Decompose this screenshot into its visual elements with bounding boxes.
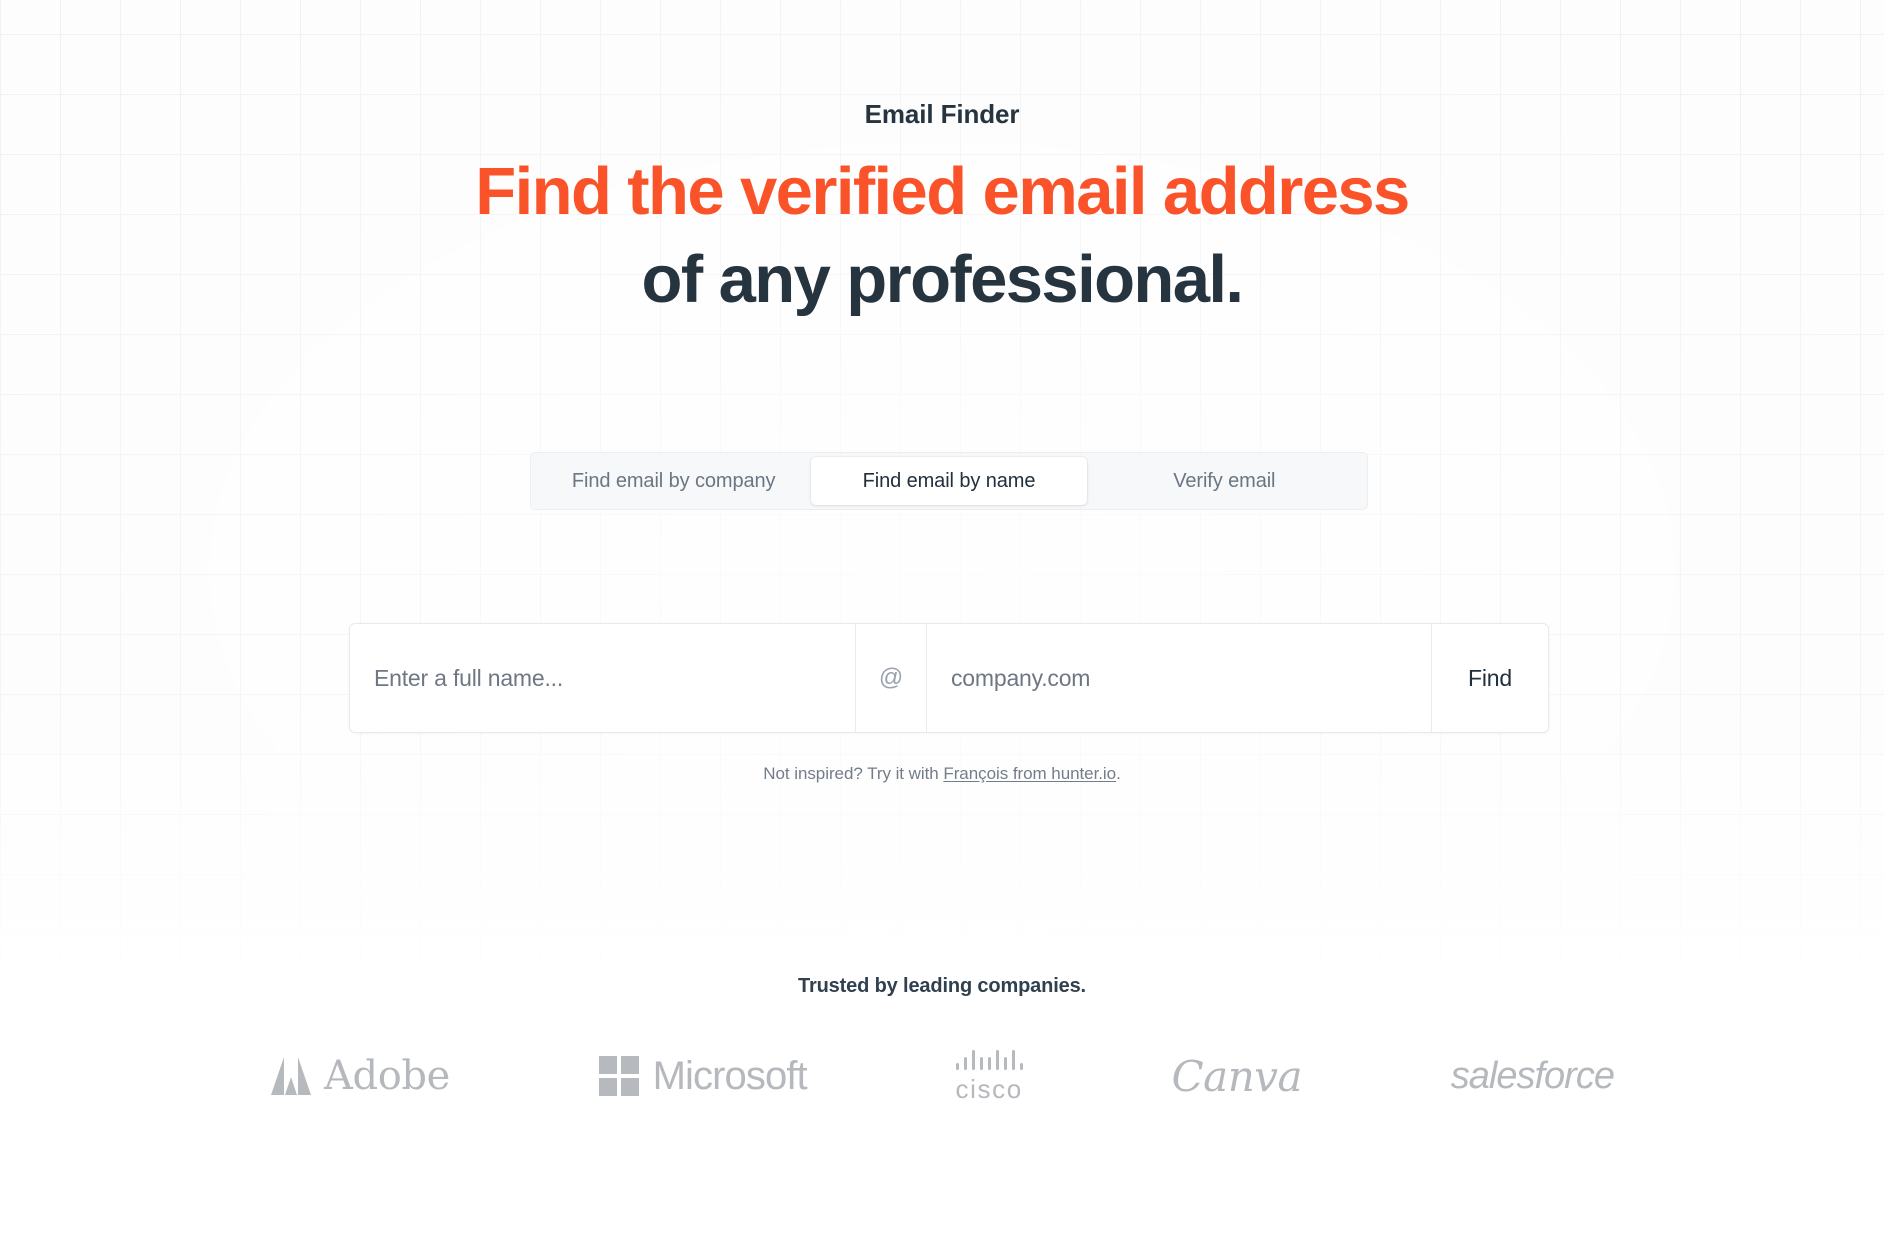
canva-logo-wordmark: Canva xyxy=(1171,1051,1303,1101)
adobe-logo-icon xyxy=(270,1056,312,1096)
logo-microsoft: Microsoft xyxy=(598,1053,808,1099)
email-finder-page: Email Finder Find the verified email add… xyxy=(0,0,1884,1240)
headline-accent-line: Find the verified email address xyxy=(475,154,1410,229)
full-name-input[interactable] xyxy=(374,664,855,692)
cisco-logo-wordmark: cisco xyxy=(955,1073,1023,1104)
hint-example-link[interactable]: François from hunter.io xyxy=(943,764,1116,783)
tab-verify-email[interactable]: Verify email xyxy=(1087,457,1362,505)
headline-plain-line: of any professional. xyxy=(641,242,1245,317)
full-name-field-wrapper[interactable] xyxy=(350,624,855,732)
tab-find-email-by-name[interactable]: Find email by name xyxy=(811,457,1087,505)
tab-find-email-by-company[interactable]: Find email by company xyxy=(536,457,811,505)
adobe-logo-wordmark: Adobe xyxy=(324,1053,450,1099)
example-hint: Not inspired? Try it with François from … xyxy=(0,764,1884,784)
logo-canva: Canva xyxy=(1172,1052,1303,1101)
email-finder-search-form: @ Find xyxy=(349,623,1549,733)
page-title: Find the verified email address of any p… xyxy=(0,148,1884,324)
at-symbol-separator: @ xyxy=(855,624,927,732)
cisco-logo-icon xyxy=(955,1048,1023,1070)
microsoft-logo-icon xyxy=(598,1056,639,1096)
trusted-by-logo-row: Adobe Microsoft cisco Canva salesforce xyxy=(220,1040,1664,1112)
search-mode-tabs: Find email by company Find email by name… xyxy=(530,452,1368,510)
microsoft-logo-wordmark: Microsoft xyxy=(652,1053,808,1098)
hint-suffix-text: . xyxy=(1116,764,1121,783)
find-button[interactable]: Find xyxy=(1432,624,1548,732)
page-eyebrow: Email Finder xyxy=(864,99,1020,129)
logo-cisco: cisco xyxy=(956,1048,1023,1105)
company-domain-input[interactable] xyxy=(951,664,1431,692)
logo-salesforce: salesforce xyxy=(1450,1054,1615,1098)
logo-adobe: Adobe xyxy=(270,1053,450,1099)
trusted-by-title: Trusted by leading companies. xyxy=(798,975,1086,997)
salesforce-logo-wordmark: salesforce xyxy=(1450,1054,1615,1097)
hint-prefix-text: Not inspired? Try it with xyxy=(763,764,944,783)
company-domain-field-wrapper[interactable] xyxy=(927,624,1432,732)
